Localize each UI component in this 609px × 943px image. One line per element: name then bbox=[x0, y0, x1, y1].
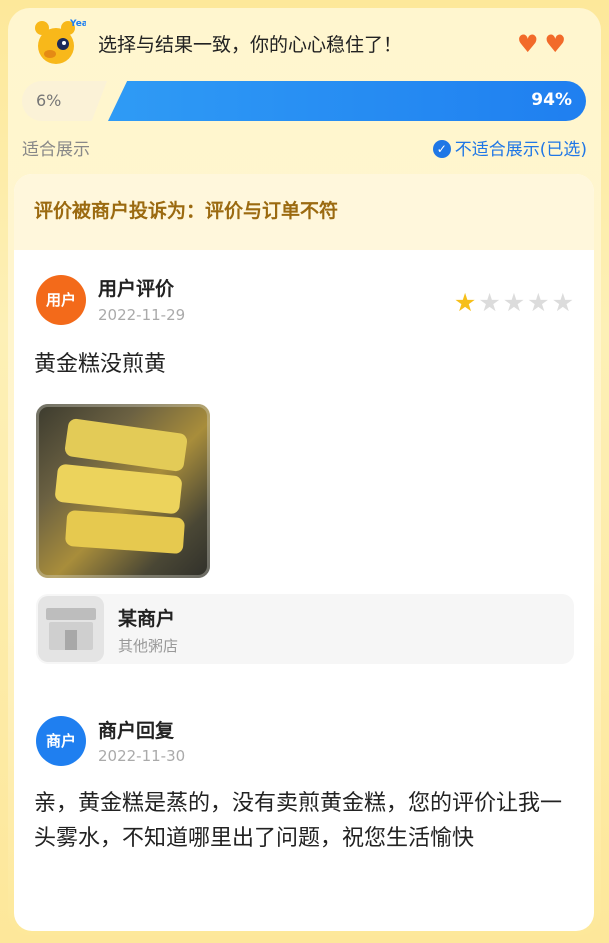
shop-card[interactable]: 某商户 其他粥店 bbox=[36, 594, 574, 664]
heart-icon: ♥ bbox=[516, 30, 545, 58]
review-text: 黄金糕没煎黄 bbox=[34, 352, 167, 377]
check-icon: ✓ bbox=[432, 140, 451, 158]
shop-icon bbox=[38, 596, 104, 662]
option-unsuitable-label: 不适合展示(已选) bbox=[454, 140, 587, 160]
vote-ratio-bar: 6% 94% bbox=[22, 81, 586, 121]
star-icon: ★ bbox=[551, 288, 576, 317]
heart-icon: ♥ bbox=[544, 30, 572, 58]
result-title: 选择与结果一致，你的心心稳住了！ bbox=[98, 34, 403, 56]
option-suitable[interactable]: 适合展示 bbox=[22, 135, 90, 160]
unsuitable-percent: 94% bbox=[531, 90, 572, 110]
star-icon: ★ bbox=[527, 288, 552, 317]
review-author: 用户评价 bbox=[98, 278, 175, 300]
mascot-icon: Yeah bbox=[35, 19, 86, 64]
complaint-banner: 评价被商户投诉为：评价与订单不符 bbox=[14, 174, 594, 250]
suitable-share: 6% bbox=[22, 81, 107, 121]
review-date: 2022-11-29 bbox=[98, 306, 186, 324]
star-icon: ★ bbox=[478, 288, 503, 317]
star-icon: ★ bbox=[453, 288, 479, 317]
shop-category: 其他粥店 bbox=[118, 637, 179, 655]
result-header: Yeah 选择与结果一致，你的心心稳住了！ ♥♥ bbox=[30, 14, 590, 70]
user-avatar: 用户 bbox=[36, 275, 86, 325]
suitable-percent: 6% bbox=[36, 91, 62, 110]
shop-name: 某商户 bbox=[118, 608, 176, 630]
star-rating: ★★★★★ bbox=[454, 288, 576, 317]
merchant-avatar: 商户 bbox=[36, 716, 86, 766]
unsuitable-share: 94% bbox=[108, 81, 586, 121]
reply-author: 商户回复 bbox=[98, 720, 175, 742]
reply-text: 亲，黄金糕是蒸的，没有卖煎黄金糕，您的评价让我一头雾水，不知道哪里出了问题，祝您… bbox=[34, 791, 563, 851]
star-icon: ★ bbox=[502, 288, 528, 317]
svg-text:Yeah: Yeah bbox=[69, 19, 86, 29]
review-card: 评价被商户投诉为：评价与订单不符 用户 用户评价 2022-11-29 ★★★★… bbox=[14, 174, 594, 931]
option-unsuitable[interactable]: ✓ 不适合展示(已选) bbox=[432, 135, 587, 160]
reply-date: 2022-11-30 bbox=[98, 747, 186, 765]
hearts-indicator: ♥♥ bbox=[517, 30, 572, 58]
review-photo[interactable] bbox=[36, 404, 210, 578]
